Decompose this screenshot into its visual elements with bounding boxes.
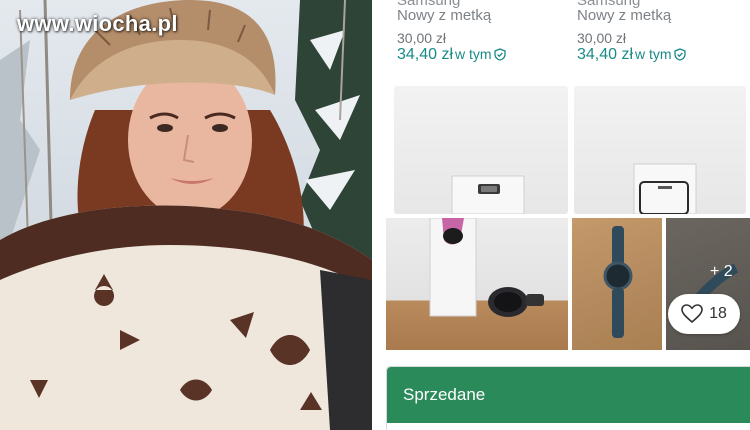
photo-illustration [0, 0, 372, 430]
listing-condition: Nowy z metką [577, 7, 672, 24]
watch-box-back-image [633, 163, 697, 214]
listing-price: 30,00 zł [577, 30, 627, 46]
watch-and-box-image [429, 218, 544, 317]
product-thumbnail-watch-box[interactable] [394, 86, 568, 214]
heart-icon [681, 304, 703, 324]
sold-status-label: Sprzedane [403, 385, 486, 404]
price-total-value: 34,40 zł [577, 46, 634, 63]
watch-on-table-image [603, 226, 633, 338]
more-photos-count: + 2 [710, 263, 733, 280]
product-thumbnail-watch-box-back[interactable] [574, 86, 746, 214]
sold-status-banner: Sprzedane [387, 367, 750, 423]
sold-status-panel: Sprzedane [386, 366, 750, 430]
watch-box-image [451, 175, 525, 214]
photo-woman-in-fur-hat: www.wiocha.pl [0, 0, 372, 430]
price-total-value: 34,40 zł [397, 46, 454, 63]
listing-price-total: 34,40 zł w tym [577, 46, 686, 64]
listing-condition: Nowy z metką [397, 7, 492, 24]
marketplace-screen: Samsung Nowy z metką 30,00 zł 34,40 zł w … [372, 0, 750, 430]
buyer-protection-shield-icon [493, 48, 506, 61]
favorite-button[interactable]: 18 [668, 294, 740, 334]
gallery-photo-2[interactable] [572, 218, 662, 350]
watermark-text: www.wiocha.pl [17, 11, 178, 36]
favorite-count: 18 [709, 305, 727, 322]
price-total-suffix: w tym [635, 46, 672, 62]
listing-price: 30,00 zł [397, 30, 447, 46]
gallery-photo-1[interactable] [386, 218, 568, 350]
buyer-protection-shield-icon [673, 48, 686, 61]
listing-price-total: 34,40 zł w tym [397, 46, 506, 64]
price-total-suffix: w tym [455, 46, 492, 62]
